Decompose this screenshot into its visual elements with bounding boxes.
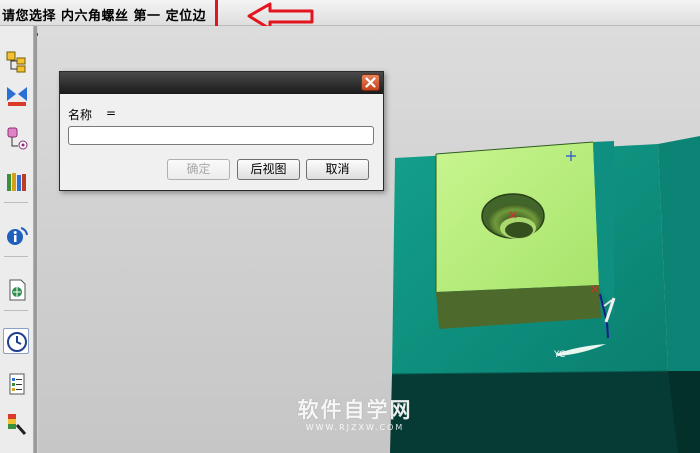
watermark: 软件自学网 WWW.RJZXW.COM [285,394,425,432]
web-browser-icon[interactable] [3,276,29,302]
watermark-url: WWW.RJZXW.COM [305,423,405,432]
name-input[interactable] [68,126,374,145]
counterbore-hole[interactable] [481,193,545,239]
history-clock-icon[interactable] [3,328,29,354]
resource-bar [0,26,37,453]
cancel-button[interactable]: 取消 [306,159,369,180]
fastener-name-dialog: 名称 = 确定 后视图 取消 [59,71,384,191]
assembly-navigator-icon[interactable] [3,48,29,74]
cue-line-text: 请您选择 内六角螺丝 第一 定位边 [2,9,207,24]
roles-icon[interactable] [3,410,29,436]
name-label: 名称 [68,108,93,122]
watermark-title: 软件自学网 [297,398,413,422]
resource-bar-separator [4,202,28,203]
close-icon [365,77,376,88]
constraint-navigator-icon[interactable] [3,82,29,108]
reuse-library-icon[interactable] [3,168,29,194]
resource-bar-splitter[interactable] [34,26,37,453]
dialog-titlebar[interactable] [60,72,383,94]
cue-line-bar: 请您选择 内六角螺丝 第一 定位边 [0,0,700,26]
ok-button[interactable]: 确定 [167,159,230,180]
info-icon[interactable] [3,222,29,248]
process-navigator-icon[interactable] [3,370,29,396]
part-navigator-icon[interactable] [3,124,29,150]
svg-text:YC: YC [553,350,565,360]
name-equals-sign: = [106,106,117,120]
resource-bar-separator [4,310,28,311]
close-button[interactable] [361,74,380,91]
resource-bar-separator [4,256,28,257]
back-view-button[interactable]: 后视图 [237,159,300,180]
